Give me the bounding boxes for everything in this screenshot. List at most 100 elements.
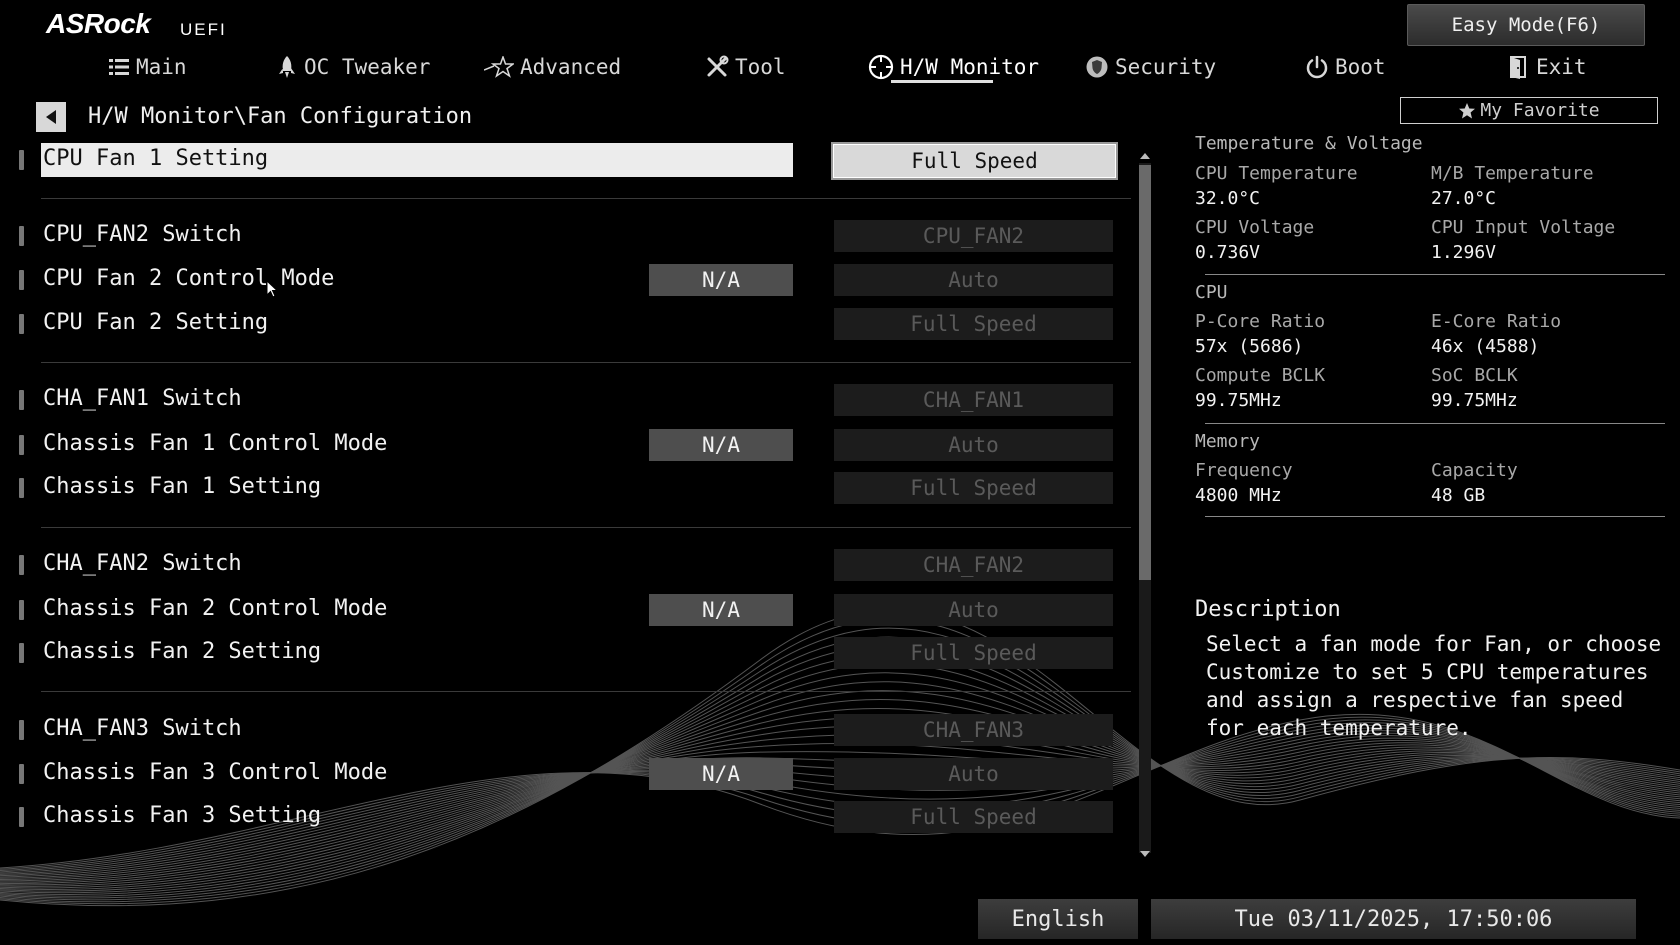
tab-hw-monitor-label: H/W Monitor xyxy=(900,55,1040,79)
cpu-temp-label: CPU Temperature xyxy=(1195,163,1358,184)
easy-mode-button[interactable]: Easy Mode(F6) xyxy=(1407,4,1645,46)
star-icon xyxy=(484,56,514,78)
setting-row[interactable]: Chassis Fan 3 Setting Full Speed xyxy=(0,799,1140,835)
tab-tool[interactable]: Tool xyxy=(705,48,786,86)
setting-value[interactable]: Auto xyxy=(834,264,1113,296)
setting-value[interactable]: Full Speed xyxy=(831,142,1118,180)
setting-value[interactable]: CHA_FAN1 xyxy=(834,384,1113,416)
scroll-up-arrow[interactable] xyxy=(1139,150,1151,162)
back-button[interactable] xyxy=(36,102,66,132)
setting-row[interactable]: CPU Fan 2 Control Mode N/A Auto xyxy=(0,262,1140,298)
scrollbar-thumb[interactable] xyxy=(1139,165,1151,580)
divider xyxy=(41,691,1131,692)
memory-frequency-value: 4800 MHz xyxy=(1195,485,1282,506)
main-nav: Main OC Tweaker Advanced Tool H/W Monito… xyxy=(0,48,1680,88)
memory-capacity-label: Capacity xyxy=(1431,460,1518,481)
divider xyxy=(41,362,1131,363)
my-favorite-label: My Favorite xyxy=(1480,100,1600,121)
ecore-ratio-label: E-Core Ratio xyxy=(1431,311,1562,332)
cpu-input-voltage-label: CPU Input Voltage xyxy=(1431,217,1616,238)
setting-row[interactable]: CPU_FAN2 Switch CPU_FAN2 xyxy=(0,218,1140,254)
language-selector[interactable]: English xyxy=(978,899,1138,939)
tab-advanced[interactable]: Advanced xyxy=(484,48,621,86)
row-marker xyxy=(19,478,24,498)
setting-value[interactable]: Auto xyxy=(834,429,1113,461)
setting-row[interactable]: CPU Fan 2 Setting Full Speed xyxy=(0,306,1140,342)
scroll-down-arrow[interactable] xyxy=(1139,848,1151,860)
setting-row[interactable]: Chassis Fan 2 Control Mode N/A Auto xyxy=(0,592,1140,628)
setting-row[interactable]: Chassis Fan 3 Control Mode N/A Auto xyxy=(0,756,1140,792)
divider xyxy=(41,198,1131,199)
tab-boot-label: Boot xyxy=(1335,55,1386,79)
rocket-icon xyxy=(279,56,295,78)
mouse-cursor-icon xyxy=(266,280,278,298)
setting-label: Chassis Fan 2 Setting xyxy=(43,639,322,664)
tab-security[interactable]: Security xyxy=(1085,48,1216,86)
brand-logo: ASRock xyxy=(46,8,151,39)
row-marker xyxy=(19,314,24,334)
status-badge: N/A xyxy=(649,758,793,790)
row-marker xyxy=(19,720,24,740)
setting-row[interactable]: CHA_FAN3 Switch CHA_FAN3 xyxy=(0,712,1140,748)
tab-main-label: Main xyxy=(136,55,187,79)
row-marker xyxy=(19,807,24,827)
star-filled-icon xyxy=(1459,102,1476,118)
cpu-temp-value: 32.0°C xyxy=(1195,188,1261,209)
breadcrumb: H/W Monitor\Fan Configuration xyxy=(88,104,473,129)
row-marker xyxy=(19,270,24,290)
setting-row[interactable]: Chassis Fan 1 Control Mode N/A Auto xyxy=(0,427,1140,463)
tab-advanced-label: Advanced xyxy=(520,55,622,79)
mb-temp-value: 27.0°C xyxy=(1431,188,1497,209)
soc-bclk-label: SoC BCLK xyxy=(1431,365,1518,386)
setting-row[interactable]: CPU Fan 1 Setting Full Speed xyxy=(0,142,1140,180)
tab-oc-tweaker[interactable]: OC Tweaker xyxy=(276,48,430,86)
setting-row[interactable]: CHA_FAN2 Switch CHA_FAN2 xyxy=(0,547,1140,583)
tab-oc-tweaker-label: OC Tweaker xyxy=(304,55,431,79)
tab-exit[interactable]: Exit xyxy=(1508,48,1587,86)
memory-capacity-value: 48 GB xyxy=(1431,485,1486,506)
setting-label: CPU_FAN2 Switch xyxy=(43,222,242,247)
setting-value[interactable]: Full Speed xyxy=(834,472,1113,504)
setting-value[interactable]: Full Speed xyxy=(834,308,1113,340)
soc-bclk-value: 99.75MHz xyxy=(1431,390,1518,411)
setting-label: Chassis Fan 3 Control Mode xyxy=(43,760,388,785)
pcore-ratio-label: P-Core Ratio xyxy=(1195,311,1326,332)
setting-value[interactable]: Full Speed xyxy=(834,801,1113,833)
setting-row[interactable]: Chassis Fan 2 Setting Full Speed xyxy=(0,635,1140,671)
setting-value[interactable]: Auto xyxy=(834,758,1113,790)
tab-boot[interactable]: Boot xyxy=(1305,48,1386,86)
setting-value[interactable]: CPU_FAN2 xyxy=(834,220,1113,252)
memory-section-title: Memory xyxy=(1195,431,1261,452)
status-badge: N/A xyxy=(649,264,793,296)
setting-label: CHA_FAN3 Switch xyxy=(43,716,242,741)
row-marker xyxy=(19,555,24,575)
setting-label: CPU Fan 2 Control Mode xyxy=(43,266,335,291)
setting-label: Chassis Fan 1 Setting xyxy=(43,474,322,499)
setting-value[interactable]: CHA_FAN3 xyxy=(834,714,1113,746)
setting-row[interactable]: Chassis Fan 1 Setting Full Speed xyxy=(0,470,1140,506)
mb-temp-label: M/B Temperature xyxy=(1431,163,1594,184)
setting-value[interactable]: Full Speed xyxy=(834,637,1113,669)
panel-divider xyxy=(1205,274,1665,275)
shield-icon xyxy=(1086,56,1108,78)
row-marker xyxy=(19,150,24,170)
divider xyxy=(41,527,1131,528)
setting-row[interactable]: CHA_FAN1 Switch CHA_FAN1 xyxy=(0,382,1140,418)
row-marker xyxy=(19,764,24,784)
chevron-left-icon xyxy=(46,110,56,124)
setting-label: Chassis Fan 3 Setting xyxy=(43,803,322,828)
memory-frequency-label: Frequency xyxy=(1195,460,1293,481)
status-badge: N/A xyxy=(649,429,793,461)
setting-value[interactable]: Auto xyxy=(834,594,1113,626)
monitor-icon xyxy=(868,54,894,80)
power-icon xyxy=(1306,55,1328,79)
row-marker xyxy=(19,390,24,410)
tab-main[interactable]: Main xyxy=(108,48,187,86)
datetime-display: Tue 03/11/2025, 17:50:06 xyxy=(1151,899,1636,939)
tab-security-label: Security xyxy=(1115,55,1217,79)
setting-value[interactable]: CHA_FAN2 xyxy=(834,549,1113,581)
row-marker xyxy=(19,226,24,246)
tab-exit-label: Exit xyxy=(1536,55,1587,79)
my-favorite-button[interactable]: My Favorite xyxy=(1400,97,1658,124)
list-icon xyxy=(109,59,129,75)
